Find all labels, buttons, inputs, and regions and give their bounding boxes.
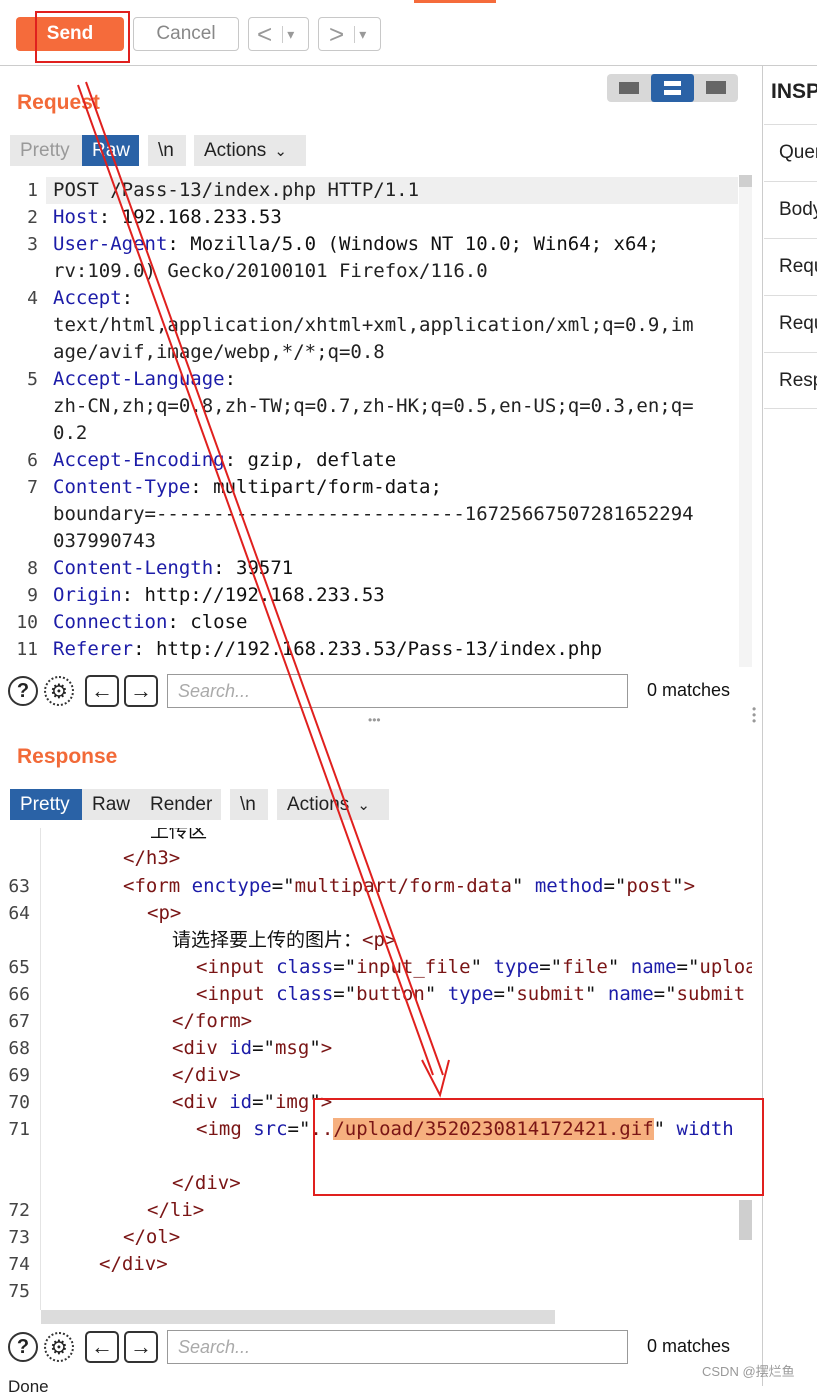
annotation-arrow	[77, 81, 450, 1098]
arrow-line-left	[77, 84, 434, 1076]
arrow-line-right	[85, 81, 444, 1076]
arrow-head	[421, 1059, 450, 1098]
